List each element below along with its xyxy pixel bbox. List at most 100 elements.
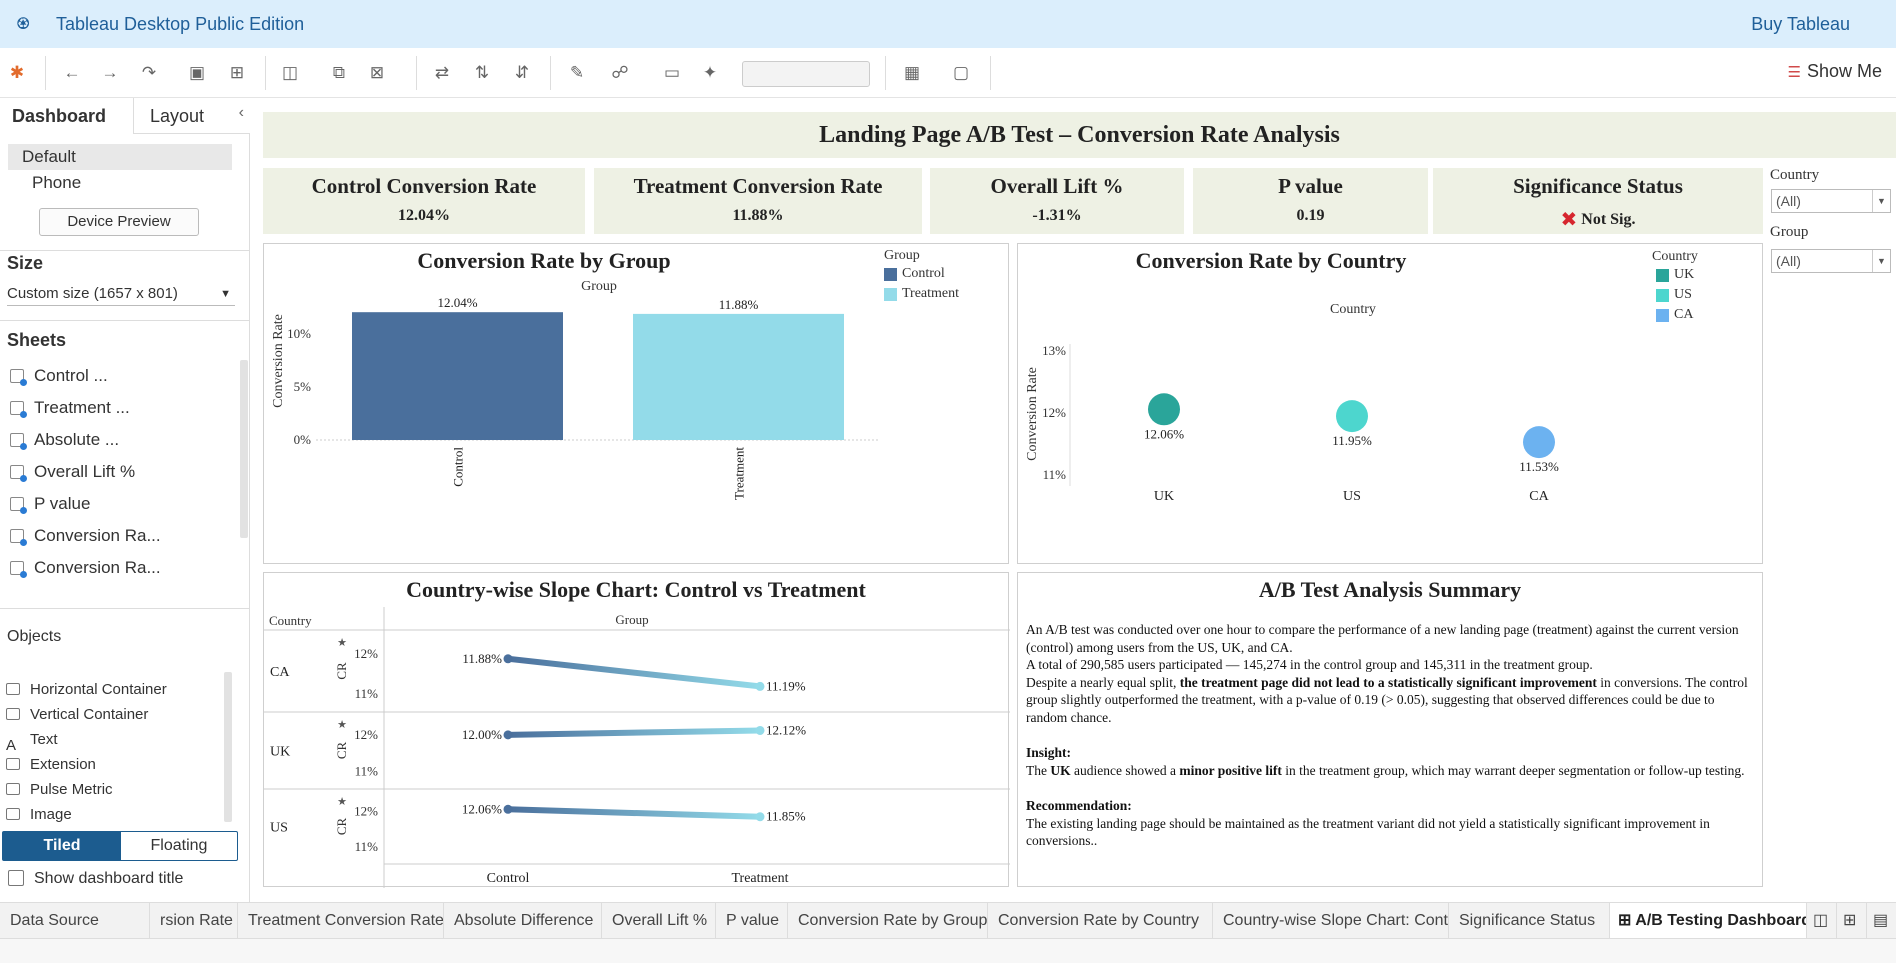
tab-ab-testing-dashboard[interactable]: ⊞ A/B Testing Dashboard	[1610, 903, 1807, 939]
tab-p-value[interactable]: P value	[716, 903, 788, 939]
tab-absolute-difference[interactable]: Absolute Difference	[444, 903, 602, 939]
floating-button[interactable]: Floating	[121, 832, 237, 860]
x-tick-label: Treatment	[732, 447, 747, 500]
presentation-mode-icon[interactable]: ▢	[949, 61, 973, 85]
sheet-item[interactable]: Treatment ...	[10, 392, 230, 424]
redo-icon[interactable]: →	[98, 61, 122, 85]
highlight-icon[interactable]: ✎	[565, 61, 589, 85]
save-icon[interactable]: ▣	[185, 61, 209, 85]
swap-rows-columns-icon[interactable]: ⇄	[430, 61, 454, 85]
object-vertical-container[interactable]: Vertical Container	[6, 702, 206, 727]
object-horizontal-container[interactable]: Horizontal Container	[6, 677, 206, 702]
country-chart-panel[interactable]: Conversion Rate by Country Country UK US…	[1017, 243, 1763, 564]
show-title-label: Show dashboard title	[34, 870, 184, 887]
new-story-tab-icon[interactable]: ▤	[1867, 903, 1896, 939]
kpi-overall-lift[interactable]: Overall Lift % -1.31%	[930, 168, 1184, 234]
show-me-button[interactable]: ☰ Show Me	[1788, 61, 1883, 82]
x-axis-title: Country	[1330, 302, 1376, 317]
fit-dropdown[interactable]	[742, 61, 870, 87]
y-tick-label: 11%	[1043, 467, 1067, 482]
tableau-logo-icon[interactable]: ✱	[5, 61, 29, 85]
sheets-scrollbar[interactable]	[240, 360, 248, 538]
tab-conversion-rate-by-group[interactable]: Conversion Rate by Group	[788, 903, 988, 939]
replay-icon[interactable]: ↷	[137, 61, 161, 85]
objects-scrollbar[interactable]	[224, 672, 232, 822]
new-dashboard-tab-icon[interactable]: ⊞	[1837, 903, 1867, 939]
new-data-source-icon[interactable]: ⊞	[225, 61, 249, 85]
duplicate-sheet-icon[interactable]: ⧉	[327, 61, 351, 85]
show-labels-icon[interactable]: ▭	[660, 61, 684, 85]
tab-dashboard[interactable]: Dashboard	[0, 98, 133, 134]
device-phone[interactable]: Phone	[8, 170, 232, 196]
dashboard-icon: ⊞	[1618, 912, 1636, 929]
kpi-control-rate[interactable]: Control Conversion Rate 12.04%	[263, 168, 585, 234]
bar-control	[352, 312, 563, 440]
sheet-item-label: P value	[34, 494, 91, 513]
undo-icon[interactable]: ←	[60, 61, 84, 85]
objects-section-label: Objects	[7, 628, 62, 645]
tiled-floating-toggle: Tiled Floating	[2, 831, 238, 861]
sheet-item[interactable]: Control ...	[10, 360, 230, 392]
device-default[interactable]: Default	[8, 144, 232, 170]
show-me-label: Show Me	[1806, 61, 1882, 81]
sheet-item[interactable]: Overall Lift %	[10, 456, 230, 488]
size-dropdown[interactable]: Custom size (1657 x 801) ▼	[7, 282, 235, 306]
chevron-down-icon: ▼	[220, 288, 231, 300]
kpi-significance[interactable]: Significance Status ✖ Not Sig.	[1433, 168, 1763, 234]
row-axis-label: CR	[334, 818, 349, 836]
kpi-treatment-rate[interactable]: Treatment Conversion Rate 11.88%	[594, 168, 922, 234]
pin-icon: ★	[337, 636, 347, 649]
filter-value: (All)	[1776, 253, 1801, 269]
slope-data-label: 12.06%	[462, 801, 502, 816]
tab-conversion-rate-by-country[interactable]: Conversion Rate by Country	[988, 903, 1213, 939]
sheet-item-label: Conversion Ra...	[34, 558, 161, 577]
new-worksheet-icon[interactable]: ◫	[278, 61, 302, 85]
new-worksheet-tab-icon[interactable]: ◫	[1807, 903, 1837, 939]
filter-group-dropdown[interactable]: (All) ▼	[1771, 249, 1891, 273]
worksheet-icon	[10, 529, 27, 546]
collapse-panel-icon[interactable]: ‹	[239, 104, 244, 122]
sheet-item[interactable]: P value	[10, 488, 230, 520]
kpi-title: Significance Status	[1513, 174, 1683, 198]
object-label: Vertical Container	[30, 706, 149, 723]
tab-significance-status[interactable]: Significance Status	[1449, 903, 1610, 939]
sheet-item[interactable]: Conversion Ra...	[10, 520, 230, 552]
filter-country-dropdown[interactable]: (All) ▼	[1771, 189, 1891, 213]
worksheet-icon	[10, 433, 27, 450]
tiled-button[interactable]: Tiled	[3, 832, 121, 860]
group-members-icon[interactable]: ☍	[608, 61, 632, 85]
show-title-checkbox[interactable]	[8, 870, 24, 886]
tab-overall-lift[interactable]: Overall Lift %	[602, 903, 716, 939]
summary-text: An A/B test was conducted over one hour …	[1026, 621, 1756, 850]
sheet-item[interactable]: Absolute ...	[10, 424, 230, 456]
kpi-p-value[interactable]: P value 0.19	[1193, 168, 1428, 234]
sheet-item[interactable]: Conversion Ra...	[10, 552, 230, 584]
show-cards-icon[interactable]: ▦	[900, 61, 924, 85]
object-extension[interactable]: Extension	[6, 752, 206, 777]
tab-data-source[interactable]: Data Source	[0, 903, 150, 939]
buy-tableau-link[interactable]: Buy Tableau	[1751, 14, 1850, 35]
y-tick-label: 12%	[354, 803, 378, 818]
object-pulse-metric[interactable]: Pulse Metric	[6, 777, 206, 802]
y-tick-label: 11%	[355, 764, 379, 779]
object-label: Text	[30, 731, 58, 748]
slope-chart-panel[interactable]: Country-wise Slope Chart: Control vs Tre…	[263, 572, 1010, 888]
object-image[interactable]: Image	[6, 802, 206, 827]
tab-control-conversion-rate[interactable]: rsion Rate	[150, 903, 238, 939]
show-dashboard-title-row[interactable]: Show dashboard title	[8, 870, 183, 888]
object-text[interactable]: A Text	[6, 727, 206, 754]
toolbar: ✱ ← → ↷ ▣ ⊞ ◫ ⧉ ⊠ ⇄ ⇅ ⇵ ✎ ☍ ▭ ✦ ▦ ▢ ☰ Sho…	[0, 48, 1896, 98]
device-preview-button[interactable]: Device Preview	[39, 208, 199, 236]
sheet-item-label: Overall Lift %	[34, 462, 136, 481]
bar-chart-panel[interactable]: Conversion Rate by Group Group Control T…	[263, 243, 1009, 564]
tab-slope-chart[interactable]: Country-wise Slope Chart: Contr...	[1213, 903, 1449, 939]
sort-descending-icon[interactable]: ⇵	[510, 61, 534, 85]
slope-point-control	[503, 804, 513, 814]
tab-layout[interactable]: Layout	[133, 98, 250, 134]
sort-ascending-icon[interactable]: ⇅	[470, 61, 494, 85]
object-label: Extension	[30, 756, 96, 773]
summary-text-span: Despite a nearly equal split,	[1026, 674, 1180, 690]
fix-axes-icon[interactable]: ✦	[698, 61, 722, 85]
clear-sheet-icon[interactable]: ⊠	[365, 61, 389, 85]
tab-treatment-conversion-rate[interactable]: Treatment Conversion Rate	[238, 903, 444, 939]
